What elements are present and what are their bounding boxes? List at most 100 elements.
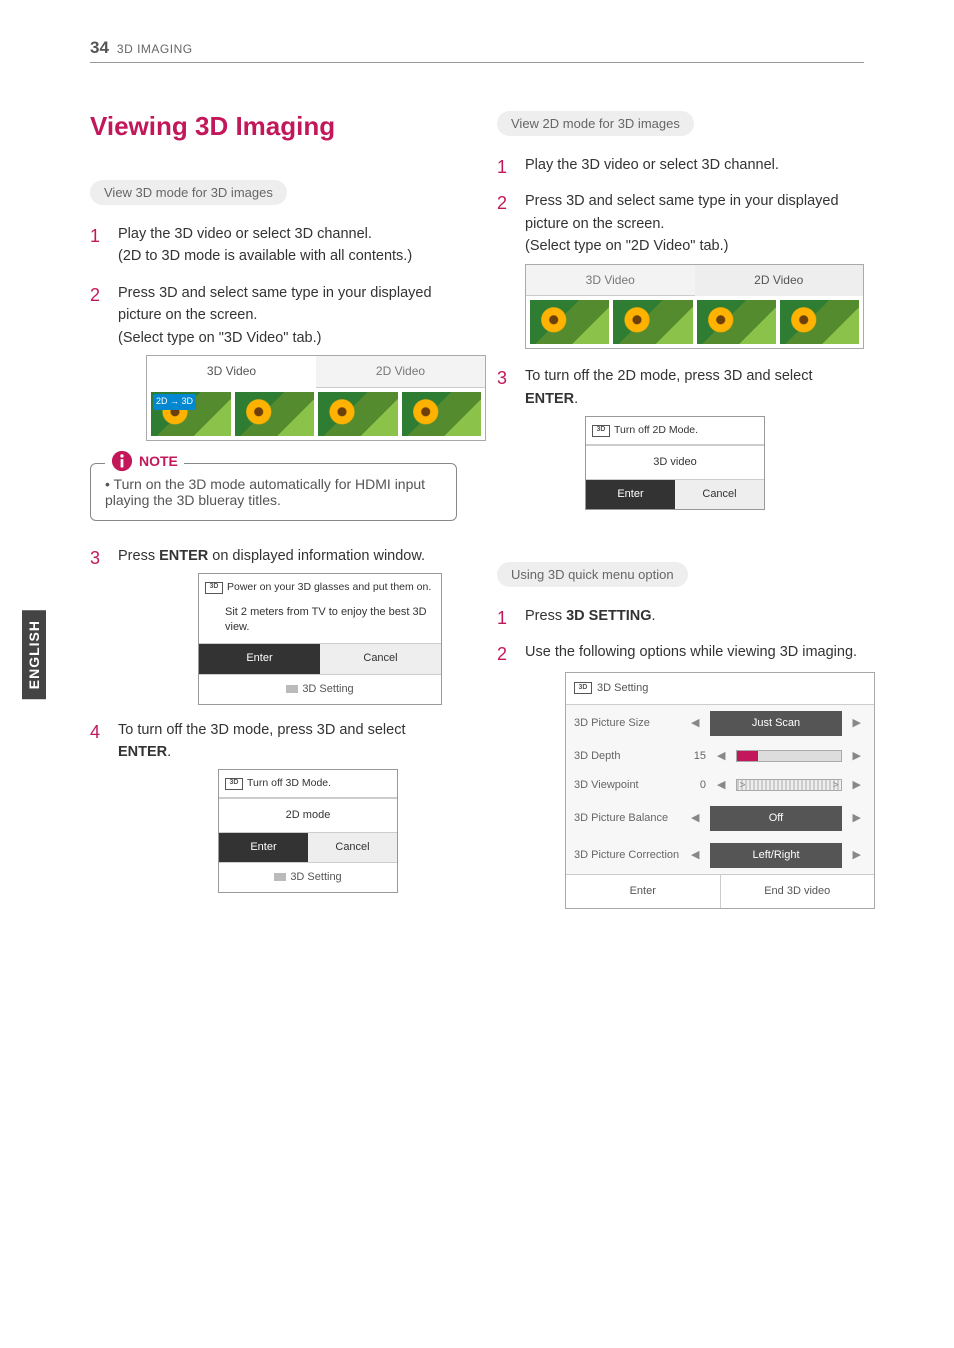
preview-image [613, 300, 692, 344]
cancel-button[interactable]: Cancel [675, 480, 764, 509]
chevron-right-icon[interactable]: ▶ [848, 810, 866, 827]
setting-value[interactable]: Left/Right [710, 843, 841, 868]
language-tab: ENGLISH [22, 610, 46, 699]
step-text: (2D to 3D mode is available with all con… [118, 248, 412, 264]
step-item: Press 3D SETTING. [497, 605, 864, 627]
subsection-pill: Using 3D quick menu option [497, 562, 688, 587]
turnoff-dialog: 3D Turn off 2D Mode. 3D video Enter Canc… [585, 416, 765, 509]
setting-label: 3D Picture Balance [574, 810, 680, 827]
note-item: Turn on the 3D mode automatically for HD… [105, 476, 442, 508]
setting-value[interactable]: Off [710, 806, 841, 831]
enter-button[interactable]: Enter [586, 480, 675, 509]
setting-label: 3D Picture Size [574, 715, 680, 732]
tab-2d-video[interactable]: 2D Video [695, 265, 864, 297]
depth-slider[interactable] [736, 750, 841, 762]
dialog-header: Turn off 2D Mode. [614, 422, 698, 438]
page-number: 34 [90, 38, 109, 58]
chevron-right-icon[interactable]: ▶ [848, 715, 866, 732]
step-text: . [652, 608, 656, 624]
cancel-button[interactable]: Cancel [308, 833, 397, 862]
subsection-pill: View 3D mode for 3D images [90, 180, 287, 205]
step-item: Use the following options while viewing … [497, 641, 864, 909]
page-title: Viewing 3D Imaging [90, 111, 457, 142]
preview-image [235, 392, 315, 436]
left-column: Viewing 3D Imaging View 3D mode for 3D i… [90, 111, 457, 931]
step-item: To turn off the 3D mode, press 3D and se… [90, 719, 457, 893]
step-text-bold: ENTER [525, 391, 574, 407]
tab-3d-video[interactable]: 3D Video [147, 356, 316, 388]
dialog-text: view. [225, 621, 249, 633]
step-text: . [574, 391, 578, 407]
subsection-pill: View 2D mode for 3D images [497, 111, 694, 136]
dialog-mode-label: 3D video [586, 445, 764, 479]
step-text: To turn off the 3D mode, press 3D and se… [118, 722, 405, 738]
3d-setting-panel: 3D 3D Setting 3D Picture Size ◀ Just Sca… [565, 672, 875, 909]
3d-setting-button[interactable]: 3D Setting [199, 674, 441, 704]
step-item: Press ENTER on displayed information win… [90, 545, 457, 705]
step-text: Use the following options while viewing … [525, 644, 857, 660]
right-column: View 2D mode for 3D images Play the 3D v… [497, 111, 864, 931]
step-text-bold: ENTER [118, 744, 167, 760]
enter-button[interactable]: Enter [566, 875, 721, 908]
setting-label: 3D Depth [574, 748, 680, 765]
step-item: Play the 3D video or select 3D channel. … [90, 223, 457, 268]
page-header: 34 3D IMAGING [90, 38, 864, 63]
enter-button[interactable]: Enter [219, 833, 308, 862]
step-text-bold: 3D SETTING [566, 608, 651, 624]
3d-setting-button[interactable]: 3D Setting [219, 862, 397, 892]
step-text: Press [525, 608, 566, 624]
step-item: Press 3D and select same type in your di… [497, 190, 864, 349]
cancel-button[interactable]: Cancel [320, 644, 441, 673]
chevron-right-icon[interactable]: ▶ [848, 847, 866, 864]
setting-label: 3D Viewpoint [574, 777, 680, 794]
info-icon [111, 450, 133, 472]
step-item: To turn off the 2D mode, press 3D and se… [497, 365, 864, 509]
step-text: . [167, 744, 171, 760]
dialog-header: Turn off 3D Mode. [247, 775, 331, 791]
chevron-left-icon[interactable]: ◀ [686, 715, 704, 732]
preview-image [780, 300, 859, 344]
setting-label: 3D Picture Correction [574, 847, 680, 864]
note-box: NOTE Turn on the 3D mode automatically f… [90, 463, 457, 521]
preview-image [697, 300, 776, 344]
setting-number: 15 [686, 748, 706, 765]
info-dialog: 3D Power on your 3D glasses and put them… [198, 573, 442, 704]
tab-2d-video[interactable]: 2D Video [316, 356, 485, 388]
setting-value[interactable]: Just Scan [710, 711, 841, 736]
step-text-bold: ENTER [159, 548, 208, 564]
step-text: Press [118, 548, 159, 564]
preview-image [530, 300, 609, 344]
chevron-left-icon[interactable]: ◀ [712, 777, 730, 794]
tv-preview-box: 3D Video 2D Video [146, 355, 486, 441]
page-section-title: 3D IMAGING [117, 42, 193, 56]
step-text: Press 3D and select same type in your di… [118, 285, 432, 323]
dialog-mode-label: 2D mode [219, 798, 397, 832]
3d-icon: 3D [592, 425, 610, 437]
dialog-text: Sit 2 meters from TV to enjoy the best 3… [225, 606, 427, 618]
chevron-left-icon[interactable]: ◀ [712, 748, 730, 765]
preview-image [151, 392, 231, 436]
panel-title: 3D Setting [597, 680, 648, 697]
step-text: on displayed information window. [208, 548, 425, 564]
chevron-left-icon[interactable]: ◀ [686, 847, 704, 864]
note-label: NOTE [139, 453, 178, 469]
step-text: Play the 3D video or select 3D channel. [118, 226, 372, 242]
step-text: (Select type on "3D Video" tab.) [118, 330, 321, 346]
end-3d-button[interactable]: End 3D video [721, 875, 875, 908]
step-text: To turn off the 2D mode, press 3D and se… [525, 368, 812, 384]
dialog-text: Power on your 3D glasses and put them on… [227, 579, 431, 595]
3d-icon: 3D [225, 778, 243, 790]
step-item: Play the 3D video or select 3D channel. [497, 154, 864, 176]
chevron-right-icon[interactable]: ▶ [848, 748, 866, 765]
chevron-left-icon[interactable]: ◀ [686, 810, 704, 827]
note-badge: NOTE [105, 450, 184, 472]
3d-icon: 3D [205, 582, 223, 594]
viewpoint-slider[interactable] [736, 779, 841, 791]
step-item: Press 3D and select same type in your di… [90, 282, 457, 441]
step-text: Play the 3D video or select 3D channel. [525, 157, 779, 173]
tab-3d-video[interactable]: 3D Video [526, 265, 695, 297]
chevron-right-icon[interactable]: ▶ [848, 777, 866, 794]
step-text: Press 3D and select same type in your di… [525, 193, 839, 231]
preview-image [318, 392, 398, 436]
enter-button[interactable]: Enter [199, 644, 320, 673]
